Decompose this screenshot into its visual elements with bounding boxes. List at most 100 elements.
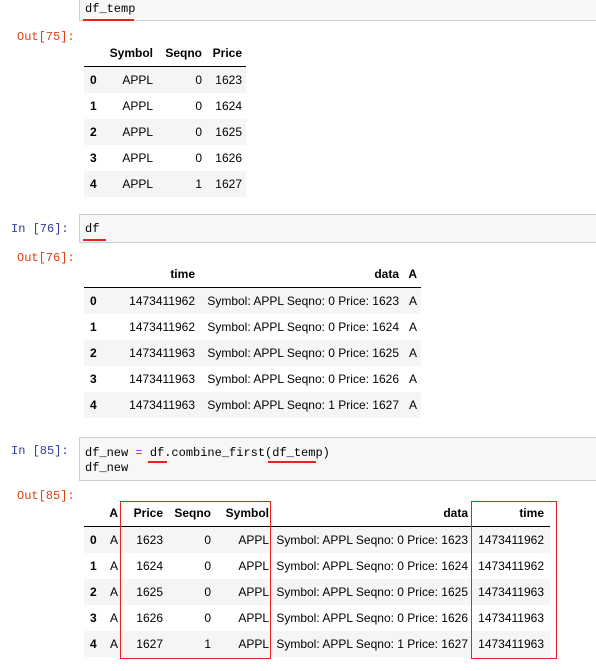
table-cell: A — [408, 398, 417, 412]
table-cell: A — [109, 559, 118, 573]
table-cell: Symbol: APPL Seqno: 0 Price: 1624 — [276, 559, 468, 573]
code-cell-75[interactable]: df_temp — [79, 0, 596, 21]
table-row: 0 APPL 0 1623 — [84, 66, 246, 93]
code-token: df.combine_first(df_temp) — [142, 446, 330, 460]
table-cell: Symbol: APPL Seqno: 1 Price: 1627 — [207, 398, 399, 412]
row-index: 1 — [90, 320, 97, 334]
row-index: 1 — [90, 559, 97, 573]
table-row: 3 APPL 0 1626 — [84, 145, 246, 171]
table-cell: 0 — [195, 125, 202, 139]
underline-df-temp-75 — [83, 19, 134, 21]
in-prompt-85: In [85]: — [11, 444, 69, 458]
code-line-2: df_new — [85, 461, 129, 475]
table-cell: 1627 — [215, 177, 242, 191]
column-header: Seqno — [153, 40, 202, 67]
row-index: 0 — [90, 533, 97, 547]
table-row: 3 1473411963 Symbol: APPL Seqno: 0 Price: … — [84, 366, 421, 392]
table-row: 4 APPL 1 1627 — [84, 171, 246, 197]
table-cell: A — [109, 611, 118, 625]
row-index: 0 — [90, 294, 97, 308]
table-cell: A — [109, 637, 118, 651]
row-index: 4 — [90, 177, 97, 191]
column-header: time — [104, 261, 195, 288]
table-cell: A — [408, 320, 417, 334]
table-cell: Symbol: APPL Seqno: 0 Price: 1626 — [276, 611, 468, 625]
column-header: A — [399, 261, 421, 288]
table-cell: Symbol: APPL Seqno: 0 Price: 1623 — [207, 294, 399, 308]
out-prompt-85: Out[85]: — [17, 489, 75, 503]
table-cell: 1473411962 — [129, 294, 195, 308]
code-line-1: df_new = df.combine_first(df_temp) — [85, 446, 330, 460]
row-index: 1 — [90, 99, 97, 113]
table-cell: A — [408, 294, 417, 308]
table-cell: A — [408, 372, 417, 386]
index-header — [84, 261, 104, 288]
row-index: 0 — [90, 73, 97, 87]
code-token: df_new — [85, 446, 136, 460]
code-text-75: df_temp — [85, 2, 136, 16]
in-prompt-76: In [76]: — [11, 222, 69, 236]
table-cell: APPL — [122, 177, 153, 191]
table-cell: APPL — [122, 73, 153, 87]
table-cell: 1473411963 — [129, 398, 195, 412]
highlight-box-time-column — [471, 501, 557, 659]
column-header: data — [270, 500, 468, 527]
column-header: Price — [202, 40, 246, 67]
table-cell: 1623 — [215, 73, 242, 87]
row-index: 2 — [90, 585, 97, 599]
row-index: 3 — [90, 611, 97, 625]
table-cell: APPL — [122, 125, 153, 139]
column-header: Symbol — [104, 40, 153, 67]
underline-df-76 — [83, 239, 106, 241]
underline-df-temp-85 — [268, 461, 316, 463]
table-cell: 1626 — [215, 151, 242, 165]
table-cell: 1473411962 — [129, 320, 195, 334]
table-cell: 1473411963 — [129, 372, 195, 386]
table-cell: APPL — [122, 99, 153, 113]
code-cell-76[interactable]: df — [79, 214, 596, 243]
code-cell-85[interactable]: df_new = df.combine_first(df_temp) df_ne… — [79, 437, 596, 481]
table-row: 1 APPL 0 1624 — [84, 93, 246, 119]
table-cell: Symbol: APPL Seqno: 0 Price: 1625 — [207, 346, 399, 360]
table-cell: A — [109, 585, 118, 599]
highlight-box-merged-columns — [120, 501, 271, 659]
out-prompt-76: Out[76]: — [17, 251, 75, 265]
table-cell: 0 — [195, 73, 202, 87]
table-row: 2 1473411963 Symbol: APPL Seqno: 0 Price: … — [84, 340, 421, 366]
table-cell: 1 — [195, 177, 202, 191]
table-row: 1 1473411962 Symbol: APPL Seqno: 0 Price: … — [84, 314, 421, 340]
table-header-row: Symbol Seqno Price — [84, 40, 246, 67]
code-text-76: df — [85, 222, 100, 236]
row-index: 3 — [90, 372, 97, 386]
table-header-row: time data A — [84, 261, 421, 288]
table-row: 4 1473411963 Symbol: APPL Seqno: 1 Price: … — [84, 392, 421, 418]
row-index: 4 — [90, 637, 97, 651]
index-header — [84, 40, 104, 67]
row-index: 2 — [90, 125, 97, 139]
table-cell: Symbol: APPL Seqno: 0 Price: 1625 — [276, 585, 468, 599]
column-header: data — [195, 261, 399, 288]
table-row: 2 APPL 0 1625 — [84, 119, 246, 145]
dataframe-output-75: Symbol Seqno Price 0 APPL 0 1623 1 APPL 0 1624 2… — [84, 40, 246, 197]
table-row: 0 1473411962 Symbol: APPL Seqno: 0 Price: … — [84, 287, 421, 314]
table-cell: 1473411963 — [129, 346, 195, 360]
table-cell: A — [408, 346, 417, 360]
underline-df-85 — [148, 461, 167, 463]
table-cell: Symbol: APPL Seqno: 0 Price: 1623 — [276, 533, 468, 547]
table-cell: APPL — [122, 151, 153, 165]
table-cell: Symbol: APPL Seqno: 0 Price: 1624 — [207, 320, 399, 334]
table-cell: 0 — [195, 99, 202, 113]
table-cell: 1625 — [215, 125, 242, 139]
table-cell: 1624 — [215, 99, 242, 113]
dataframe-output-76: time data A 0 1473411962 Symbol: APPL Seqn… — [84, 261, 421, 418]
row-index: 4 — [90, 398, 97, 412]
code-operator: = — [135, 446, 143, 460]
table-cell: Symbol: APPL Seqno: 1 Price: 1627 — [276, 637, 468, 651]
table-cell: A — [109, 533, 118, 547]
table-cell: Symbol: APPL Seqno: 0 Price: 1626 — [207, 372, 399, 386]
index-header — [84, 500, 104, 527]
column-header: A — [104, 500, 118, 527]
row-index: 2 — [90, 346, 97, 360]
row-index: 3 — [90, 151, 97, 165]
out-prompt-75: Out[75]: — [17, 30, 75, 44]
